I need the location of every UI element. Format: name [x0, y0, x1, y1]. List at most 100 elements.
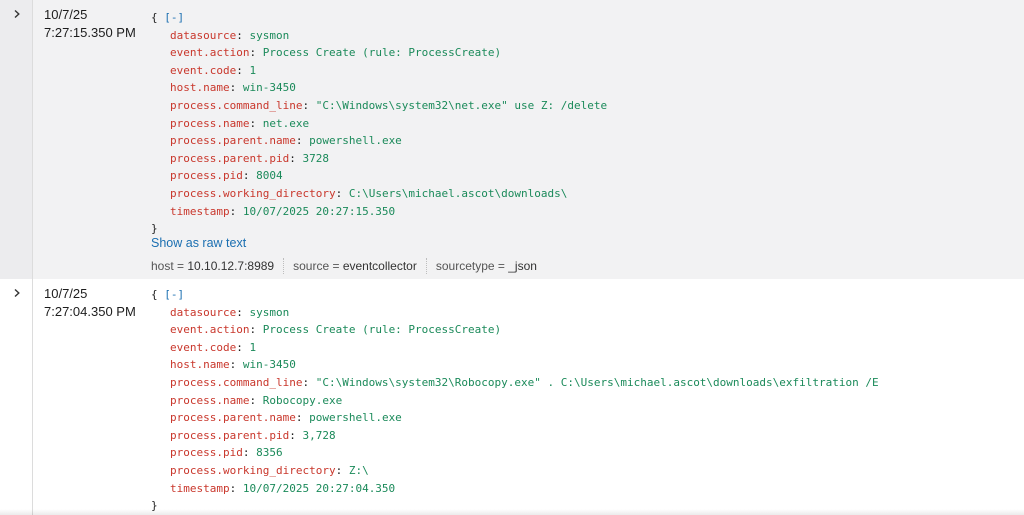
json-field-key[interactable]: event.code [170, 64, 236, 77]
json-field-value[interactable]: 8356 [256, 446, 283, 459]
json-field: process.pid: 8004 [151, 167, 607, 185]
json-field-separator: : [295, 411, 310, 425]
json-field-key[interactable]: event.code [170, 341, 236, 354]
json-field-value[interactable]: 8004 [256, 169, 283, 182]
json-field-value[interactable]: Robocopy.exe [263, 394, 342, 407]
json-field-key[interactable]: event.action [170, 46, 249, 59]
json-field-value[interactable]: Z:\ [349, 464, 369, 477]
meta-source-key: source = [293, 259, 343, 273]
bottom-shadow [0, 509, 1024, 515]
json-field-value[interactable]: powershell.exe [309, 134, 402, 147]
event-meta-bar: host = 10.10.12.7:8989 source = eventcol… [151, 258, 537, 274]
json-field-value[interactable]: 1 [249, 64, 256, 77]
json-field-key[interactable]: process.working_directory [170, 187, 336, 200]
json-field-key[interactable]: process.command_line [170, 99, 302, 112]
json-field-key[interactable]: timestamp [170, 482, 230, 495]
json-field-key[interactable]: datasource [170, 29, 236, 42]
json-field-separator: : [236, 28, 250, 42]
open-brace: { [151, 11, 158, 24]
json-field-key[interactable]: timestamp [170, 205, 230, 218]
meta-sourcetype-value: _json [508, 259, 537, 273]
json-field-key[interactable]: process.pid [170, 169, 243, 182]
collapse-toggle[interactable]: [-] [164, 11, 184, 24]
meta-divider [425, 258, 427, 274]
json-field-key[interactable]: host.name [170, 358, 230, 371]
meta-sourcetype-key: sourcetype = [435, 259, 509, 273]
json-field-value[interactable]: win-3450 [243, 358, 296, 371]
json-field-separator: : [236, 340, 250, 354]
json-field-key[interactable]: process.name [170, 394, 249, 407]
json-field-key[interactable]: process.parent.pid [170, 429, 289, 442]
event-time: 10/7/25 7:27:15.350 PM [44, 6, 136, 42]
json-field: datasource: sysmon [151, 304, 879, 322]
json-field-separator: : [242, 169, 257, 183]
json-field-separator: : [302, 375, 316, 389]
json-field-key[interactable]: host.name [170, 81, 230, 94]
collapse-toggle[interactable]: [-] [164, 288, 184, 301]
chevron-right-icon[interactable] [12, 288, 22, 298]
json-field: host.name: win-3450 [151, 356, 879, 374]
open-brace: { [151, 288, 158, 301]
json-field-value[interactable]: Process Create (rule: ProcessCreate) [263, 46, 501, 59]
json-field-key[interactable]: process.parent.name [170, 134, 296, 147]
json-field: process.working_directory: C:\Users\mich… [151, 185, 607, 203]
json-field-value[interactable]: Process Create (rule: ProcessCreate) [263, 323, 501, 336]
json-field-value[interactable]: 1 [249, 341, 256, 354]
event-row: 10/7/25 7:27:15.350 PM { [-] datasource:… [0, 0, 1024, 279]
event-gutter [0, 0, 33, 279]
json-field-key[interactable]: process.working_directory [170, 464, 336, 477]
json-field-value[interactable]: sysmon [249, 29, 289, 42]
json-field: process.name: Robocopy.exe [151, 392, 879, 410]
json-field-key[interactable]: process.command_line [170, 376, 302, 389]
json-field-value[interactable]: sysmon [249, 306, 289, 319]
meta-sourcetype[interactable]: sourcetype = _json [436, 259, 537, 273]
json-field-key[interactable]: event.action [170, 323, 249, 336]
json-field: host.name: win-3450 [151, 79, 607, 97]
json-field: process.parent.name: powershell.exe [151, 409, 879, 427]
json-field-key[interactable]: process.name [170, 117, 249, 130]
meta-host[interactable]: host = 10.10.12.7:8989 [151, 259, 274, 273]
json-field-key[interactable]: process.parent.pid [170, 152, 289, 165]
event-date: 10/7/25 [44, 286, 88, 301]
json-field-separator: : [335, 186, 349, 200]
json-field-value[interactable]: 10/07/2025 20:27:04.350 [243, 482, 395, 495]
event-clock-time: 7:27:04.350 PM [44, 304, 136, 319]
json-open-line: { [-] [151, 286, 879, 304]
json-field-key[interactable]: datasource [170, 306, 236, 319]
json-field-key[interactable]: process.pid [170, 446, 243, 459]
event-gutter [0, 279, 33, 515]
json-field-value[interactable]: C:\Users\michael.ascot\downloads\ [349, 187, 568, 200]
json-field-value[interactable]: net.exe [263, 117, 309, 130]
json-field-separator: : [289, 151, 303, 165]
json-field: process.working_directory: Z:\ [151, 462, 879, 480]
json-field: process.pid: 8356 [151, 444, 879, 462]
json-open-line: { [-] [151, 9, 607, 27]
json-field: event.action: Process Create (rule: Proc… [151, 44, 607, 62]
json-field-separator: : [249, 46, 263, 60]
show-as-raw-text-link[interactable]: Show as raw text [151, 236, 246, 250]
json-field-value[interactable]: win-3450 [243, 81, 296, 94]
json-field-separator: : [249, 393, 263, 407]
json-field-value[interactable]: 3728 [302, 152, 329, 165]
json-field-value[interactable]: 3,728 [302, 429, 335, 442]
json-field: event.code: 1 [151, 339, 879, 357]
json-field-key[interactable]: process.parent.name [170, 411, 296, 424]
meta-source[interactable]: source = eventcollector [293, 259, 417, 273]
meta-host-value: 10.10.12.7:8989 [187, 259, 275, 273]
json-field: timestamp: 10/07/2025 20:27:15.350 [151, 203, 607, 221]
json-field-separator: : [302, 98, 316, 112]
json-field-separator: : [249, 323, 263, 337]
json-field: process.parent.pid: 3728 [151, 150, 607, 168]
json-field-value[interactable]: "C:\Windows\system32\net.exe" use Z: /de… [316, 99, 607, 112]
json-field-separator: : [229, 358, 243, 372]
chevron-right-icon[interactable] [12, 9, 22, 19]
json-field: timestamp: 10/07/2025 20:27:04.350 [151, 480, 879, 498]
json-field-separator: : [242, 446, 257, 460]
json-field-value[interactable]: 10/07/2025 20:27:15.350 [243, 205, 395, 218]
json-field-separator: : [236, 305, 250, 319]
event-time: 10/7/25 7:27:04.350 PM [44, 285, 136, 321]
json-viewer: { [-] datasource: sysmon event.action: Pr… [151, 9, 607, 238]
json-field-value[interactable]: "C:\Windows\system32\Robocopy.exe" . C:\… [316, 376, 879, 389]
json-field: process.command_line: "C:\Windows\system… [151, 374, 879, 392]
json-field-value[interactable]: powershell.exe [309, 411, 402, 424]
